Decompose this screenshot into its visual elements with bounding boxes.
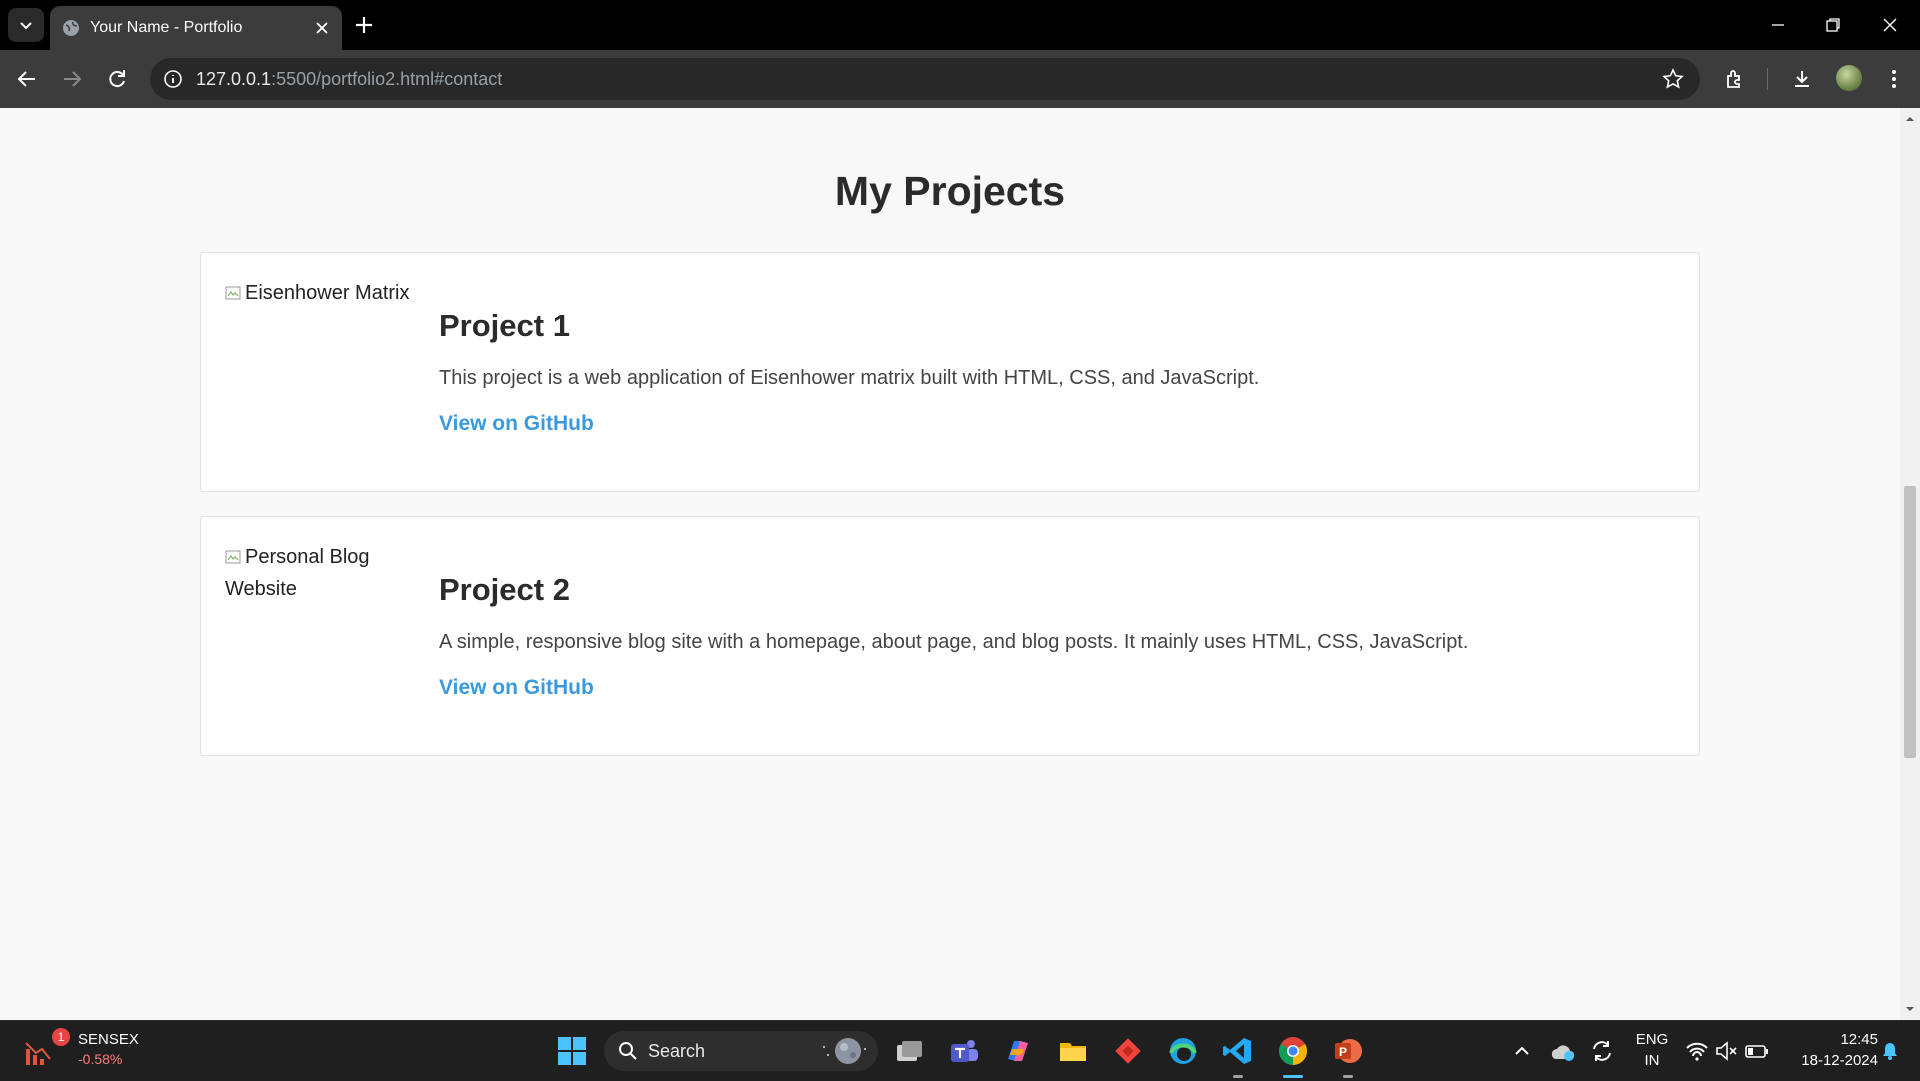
chevron-down-icon bbox=[20, 22, 32, 30]
widget-name: SENSEX bbox=[78, 1031, 139, 1048]
download-icon[interactable] bbox=[1790, 67, 1814, 91]
edge-icon[interactable] bbox=[1167, 1035, 1199, 1067]
url-text: 127.0.0.1:5500/portfolio2.html#contact bbox=[196, 69, 502, 90]
vertical-scrollbar[interactable] bbox=[1900, 108, 1920, 1020]
project-image: Eisenhower Matrix bbox=[225, 277, 415, 309]
wifi-icon[interactable] bbox=[1684, 1035, 1710, 1067]
browser-titlebar: Your Name - Portfolio bbox=[0, 0, 1920, 50]
clock-time[interactable]: 12:45 bbox=[1778, 1031, 1878, 1048]
task-view-icon[interactable] bbox=[893, 1035, 925, 1067]
forward-arrow-icon[interactable] bbox=[60, 67, 84, 91]
back-arrow-icon[interactable] bbox=[15, 67, 39, 91]
teams-icon[interactable] bbox=[948, 1035, 980, 1067]
minimize-icon[interactable] bbox=[1767, 14, 1789, 36]
scroll-up-icon[interactable] bbox=[1905, 114, 1915, 124]
github-link[interactable]: View on GitHub bbox=[439, 676, 594, 700]
active-indicator bbox=[1283, 1075, 1303, 1078]
language-code[interactable]: ENG bbox=[1630, 1031, 1674, 1048]
scroll-down-icon[interactable] bbox=[1905, 1004, 1915, 1014]
language-region[interactable]: IN bbox=[1630, 1052, 1674, 1069]
extensions-icon[interactable] bbox=[1723, 67, 1747, 91]
widget-value: -0.58% bbox=[78, 1051, 123, 1067]
project-image-alt: Personal Blog Website bbox=[225, 546, 370, 600]
sync-icon[interactable] bbox=[1588, 1035, 1616, 1067]
onedrive-icon[interactable] bbox=[1548, 1035, 1576, 1067]
restore-icon[interactable] bbox=[1822, 14, 1844, 36]
kebab-menu-icon[interactable] bbox=[1882, 67, 1906, 91]
volume-muted-icon[interactable] bbox=[1714, 1035, 1740, 1067]
section-title: My Projects bbox=[834, 168, 1066, 214]
notification-bell-icon[interactable] bbox=[1878, 1035, 1902, 1067]
chevron-up-icon[interactable] bbox=[1508, 1035, 1536, 1067]
close-tab-icon[interactable] bbox=[312, 18, 332, 38]
project-description: This project is a web application of Eis… bbox=[439, 367, 1260, 389]
site-info-icon[interactable] bbox=[162, 68, 184, 90]
new-tab-icon[interactable] bbox=[352, 13, 376, 37]
project-image: Personal Blog Website bbox=[225, 541, 415, 605]
copilot-icon[interactable] bbox=[1002, 1035, 1034, 1067]
project-image-alt: Eisenhower Matrix bbox=[245, 282, 410, 304]
github-link[interactable]: View on GitHub bbox=[439, 412, 594, 436]
broken-image-icon bbox=[225, 550, 241, 564]
reload-icon[interactable] bbox=[105, 67, 129, 91]
notification-badge: 1 bbox=[52, 1028, 70, 1046]
running-indicator bbox=[1233, 1075, 1243, 1078]
vscode-icon[interactable] bbox=[1222, 1035, 1254, 1067]
stock-widget[interactable]: 1 SENSEX -0.58% bbox=[14, 1021, 139, 1081]
project-card: Eisenhower Matrix Project 1 This project… bbox=[200, 252, 1700, 492]
powerpoint-icon[interactable]: P bbox=[1332, 1035, 1364, 1067]
taskbar-search[interactable]: Search bbox=[604, 1031, 878, 1071]
windows-start-icon[interactable] bbox=[556, 1035, 588, 1067]
chrome-icon[interactable] bbox=[1277, 1035, 1309, 1067]
search-label: Search bbox=[648, 1041, 706, 1061]
browser-tab[interactable]: Your Name - Portfolio bbox=[50, 6, 342, 50]
project-title: Project 2 bbox=[439, 572, 570, 607]
search-highlight-icon bbox=[823, 1038, 866, 1064]
bookmark-star-icon[interactable] bbox=[1662, 68, 1684, 90]
address-bar[interactable]: 127.0.0.1:5500/portfolio2.html#contact bbox=[150, 58, 1700, 100]
tab-title: Your Name - Portfolio bbox=[90, 19, 243, 36]
page-viewport: My Projects Eisenhower Matrix Project 1 … bbox=[0, 108, 1900, 1020]
file-explorer-icon[interactable] bbox=[1057, 1035, 1089, 1067]
running-indicator bbox=[1343, 1075, 1353, 1078]
project-card: Personal Blog Website Project 2 A simple… bbox=[200, 516, 1700, 756]
svg-text:P: P bbox=[1339, 1045, 1347, 1059]
toolbar-divider bbox=[1767, 68, 1768, 90]
clock-date[interactable]: 18-12-2024 bbox=[1778, 1052, 1878, 1069]
close-window-icon[interactable] bbox=[1879, 14, 1901, 36]
browser-toolbar: 127.0.0.1:5500/portfolio2.html#contact bbox=[0, 50, 1920, 108]
tab-search-button[interactable] bbox=[8, 8, 44, 42]
broken-image-icon bbox=[225, 286, 241, 300]
battery-icon[interactable] bbox=[1744, 1035, 1770, 1067]
stock-chart-icon bbox=[25, 1042, 51, 1065]
profile-avatar[interactable] bbox=[1836, 65, 1862, 91]
scroll-thumb[interactable] bbox=[1904, 486, 1916, 758]
project-title: Project 1 bbox=[439, 308, 570, 343]
anydesk-icon[interactable] bbox=[1112, 1035, 1144, 1067]
url-path: :5500/portfolio2.html#contact bbox=[271, 69, 503, 89]
url-host: 127.0.0.1 bbox=[196, 69, 272, 89]
project-description: A simple, responsive blog site with a ho… bbox=[439, 631, 1469, 653]
windows-taskbar: 1 SENSEX -0.58% Search P ENG IN 12:45 18… bbox=[0, 1020, 1920, 1081]
search-icon bbox=[619, 1042, 637, 1060]
globe-icon bbox=[63, 20, 79, 36]
